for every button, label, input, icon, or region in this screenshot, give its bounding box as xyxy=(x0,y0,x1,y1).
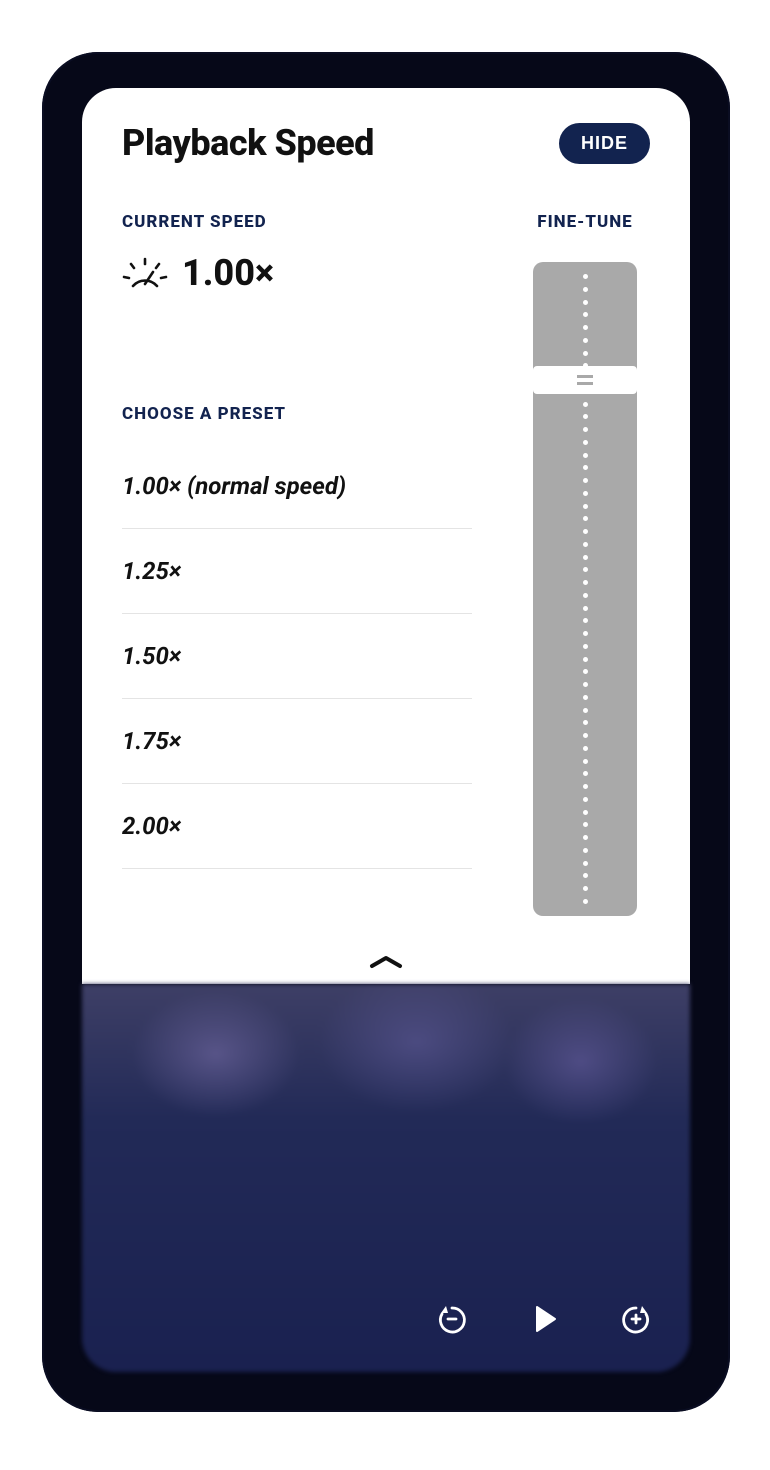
fine-tune-slider[interactable] xyxy=(533,262,637,916)
preset-item[interactable]: 1.75× xyxy=(122,699,472,784)
current-speed-row: 1.00× xyxy=(122,252,472,294)
playback-controls xyxy=(82,1294,690,1344)
current-speed-label: CURRENT SPEED xyxy=(122,212,472,232)
slider-thumb[interactable] xyxy=(533,366,637,394)
current-speed-value: 1.00× xyxy=(182,252,274,294)
speedometer-icon xyxy=(122,256,168,290)
playback-speed-sheet: Playback Speed HIDE CURRENT SPEED xyxy=(82,88,690,984)
sheet-columns: CURRENT SPEED xyxy=(122,212,650,916)
sheet-title: Playback Speed xyxy=(122,122,374,164)
hide-button[interactable]: HIDE xyxy=(559,123,650,164)
forward-button[interactable] xyxy=(616,1299,656,1339)
presets-label: CHOOSE A PRESET xyxy=(122,404,472,424)
presets-list: 1.00× (normal speed) 1.25× 1.50× 1.75× 2… xyxy=(122,444,472,869)
collapse-chevron-icon[interactable] xyxy=(368,954,404,974)
grip-icon xyxy=(577,375,593,385)
play-button[interactable] xyxy=(524,1299,564,1339)
sheet-right-column: FINE-TUNE xyxy=(520,212,650,916)
preset-item[interactable]: 1.25× xyxy=(122,529,472,614)
preset-item[interactable]: 1.50× xyxy=(122,614,472,699)
preset-item[interactable]: 2.00× xyxy=(122,784,472,869)
sheet-left-column: CURRENT SPEED xyxy=(122,212,472,916)
sheet-header: Playback Speed HIDE xyxy=(122,122,650,164)
preset-item[interactable]: 1.00× (normal speed) xyxy=(122,444,472,529)
fine-tune-label: FINE-TUNE xyxy=(537,212,632,232)
rewind-button[interactable] xyxy=(432,1299,472,1339)
device-frame: Playback Speed HIDE CURRENT SPEED xyxy=(42,52,730,1412)
